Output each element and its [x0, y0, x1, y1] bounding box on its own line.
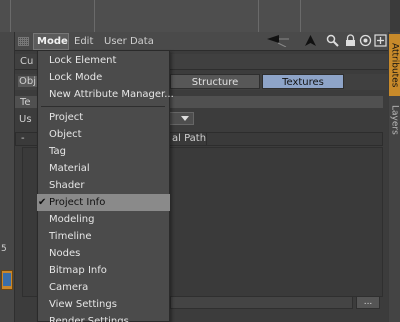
arrow-left-icon[interactable]: [266, 34, 290, 48]
tab-structure[interactable]: Structure: [170, 74, 260, 89]
grip-icon[interactable]: [18, 37, 29, 46]
menu-item-view-settings[interactable]: View Settings: [49, 297, 167, 313]
viewport-gridline: [10, 0, 11, 32]
path-field[interactable]: [170, 296, 353, 309]
menu-item-bitmap-info[interactable]: Bitmap Info: [49, 263, 167, 279]
lock-icon[interactable]: [344, 34, 357, 47]
menu-item-timeline[interactable]: Timeline: [49, 229, 167, 245]
label-cu: Cu: [20, 56, 34, 67]
tab-attributes[interactable]: Attributes: [389, 34, 400, 96]
add-icon[interactable]: [374, 34, 387, 47]
column-path-header[interactable]: al Path: [172, 133, 206, 144]
tab-textures[interactable]: Textures: [262, 74, 344, 89]
browse-button[interactable]: ...: [356, 296, 380, 309]
label-us: Us: [19, 114, 32, 125]
menu-user-data[interactable]: User Data: [104, 36, 154, 47]
tab-layers[interactable]: Layers: [389, 98, 400, 142]
column-divider: [206, 132, 207, 146]
menu-mode[interactable]: Mode: [37, 36, 68, 47]
viewport-gridline: [94, 0, 95, 32]
viewport-gridline: [258, 0, 259, 32]
tool-button-icon: [3, 273, 11, 286]
menu-separator: [41, 106, 165, 107]
arrow-up-icon[interactable]: [304, 34, 317, 47]
menu-item-camera[interactable]: Camera: [49, 280, 167, 296]
viewport-strip: [0, 0, 390, 32]
menu-item-render-settings[interactable]: Render Settings: [49, 314, 167, 322]
side-tabs: Attributes Layers: [389, 32, 400, 322]
menu-item-shader[interactable]: Shader: [49, 178, 167, 194]
left-number: 5: [1, 244, 7, 254]
tab-obj[interactable]: Obj: [18, 76, 37, 87]
column-dash: -: [21, 133, 25, 144]
target-icon[interactable]: [359, 34, 372, 47]
checkmark-icon: ✔: [38, 197, 47, 208]
menu-item-new-attribute-manager[interactable]: New Attribute Manager...: [49, 87, 174, 103]
menu-item-lock-mode[interactable]: Lock Mode: [49, 70, 167, 86]
menu-item-project[interactable]: Project: [49, 110, 167, 126]
menu-item-nodes[interactable]: Nodes: [49, 246, 167, 262]
viewport-gridline: [300, 0, 301, 32]
menu-item-object[interactable]: Object: [49, 127, 167, 143]
label-te: Te: [20, 97, 31, 108]
menu-item-project-info[interactable]: Project Info: [49, 195, 167, 211]
menu-item-lock-element[interactable]: Lock Element: [49, 53, 167, 69]
menu-item-tag[interactable]: Tag: [49, 144, 167, 160]
chevron-down-icon: [181, 116, 189, 121]
menu-edit[interactable]: Edit: [74, 36, 93, 47]
menu-item-material[interactable]: Material: [49, 161, 167, 177]
menu-item-modeling[interactable]: Modeling: [49, 212, 167, 228]
search-icon[interactable]: [326, 34, 339, 47]
